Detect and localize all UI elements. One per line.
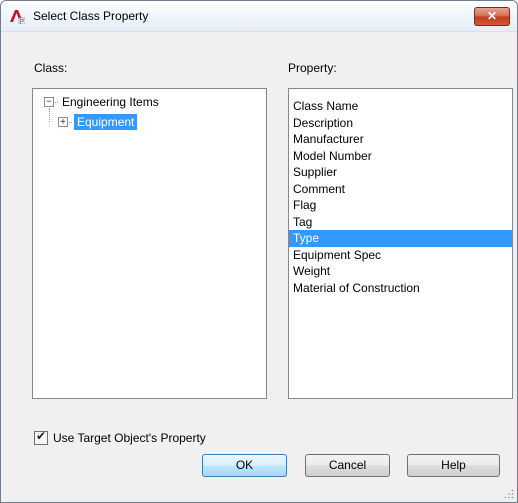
list-item[interactable]: Description <box>289 115 512 132</box>
property-list[interactable]: Class Name Description Manufacturer Mode… <box>288 88 513 399</box>
ok-button[interactable]: OK <box>202 454 287 477</box>
list-item-selected[interactable]: Type <box>289 230 512 247</box>
list-item[interactable]: Weight <box>289 263 512 280</box>
close-button[interactable]: ✕ <box>474 7 510 26</box>
expand-icon[interactable]: + <box>58 117 68 127</box>
class-tree[interactable]: − Engineering Items + Equipment <box>32 88 267 399</box>
collapse-icon[interactable]: − <box>44 97 54 107</box>
help-button[interactable]: Help <box>407 454 500 477</box>
window-title: Select Class Property <box>33 9 149 23</box>
use-target-label[interactable]: Use Target Object's Property <box>53 431 206 445</box>
checkmark-icon: ✔ <box>36 429 47 443</box>
tree-connector-line <box>49 108 50 122</box>
list-item[interactable]: Flag <box>289 197 512 214</box>
title-bar[interactable]: P Select Class Property ✕ <box>1 1 517 32</box>
list-item[interactable]: Material of Construction <box>289 280 512 297</box>
svg-text:P: P <box>20 19 24 24</box>
list-item[interactable]: Class Name <box>289 98 512 115</box>
list-item[interactable]: Supplier <box>289 164 512 181</box>
class-label: Class: <box>34 61 68 75</box>
list-item[interactable]: Model Number <box>289 148 512 165</box>
use-target-checkbox[interactable]: ✔ <box>34 429 48 445</box>
resize-grip-icon[interactable] <box>504 489 514 499</box>
select-class-property-dialog: P Select Class Property ✕ Class: Propert… <box>0 0 518 503</box>
list-item[interactable]: Manufacturer <box>289 131 512 148</box>
tree-node-label: Engineering Items <box>62 95 159 109</box>
autocad-plant-icon: P <box>9 8 26 25</box>
tree-node-label-selected: Equipment <box>74 114 138 130</box>
list-item[interactable]: Equipment Spec <box>289 247 512 264</box>
list-item[interactable]: Comment <box>289 181 512 198</box>
property-label: Property: <box>288 61 337 75</box>
cancel-button[interactable]: Cancel <box>305 454 390 477</box>
close-icon: ✕ <box>486 9 498 23</box>
list-item[interactable]: Tag <box>289 214 512 231</box>
